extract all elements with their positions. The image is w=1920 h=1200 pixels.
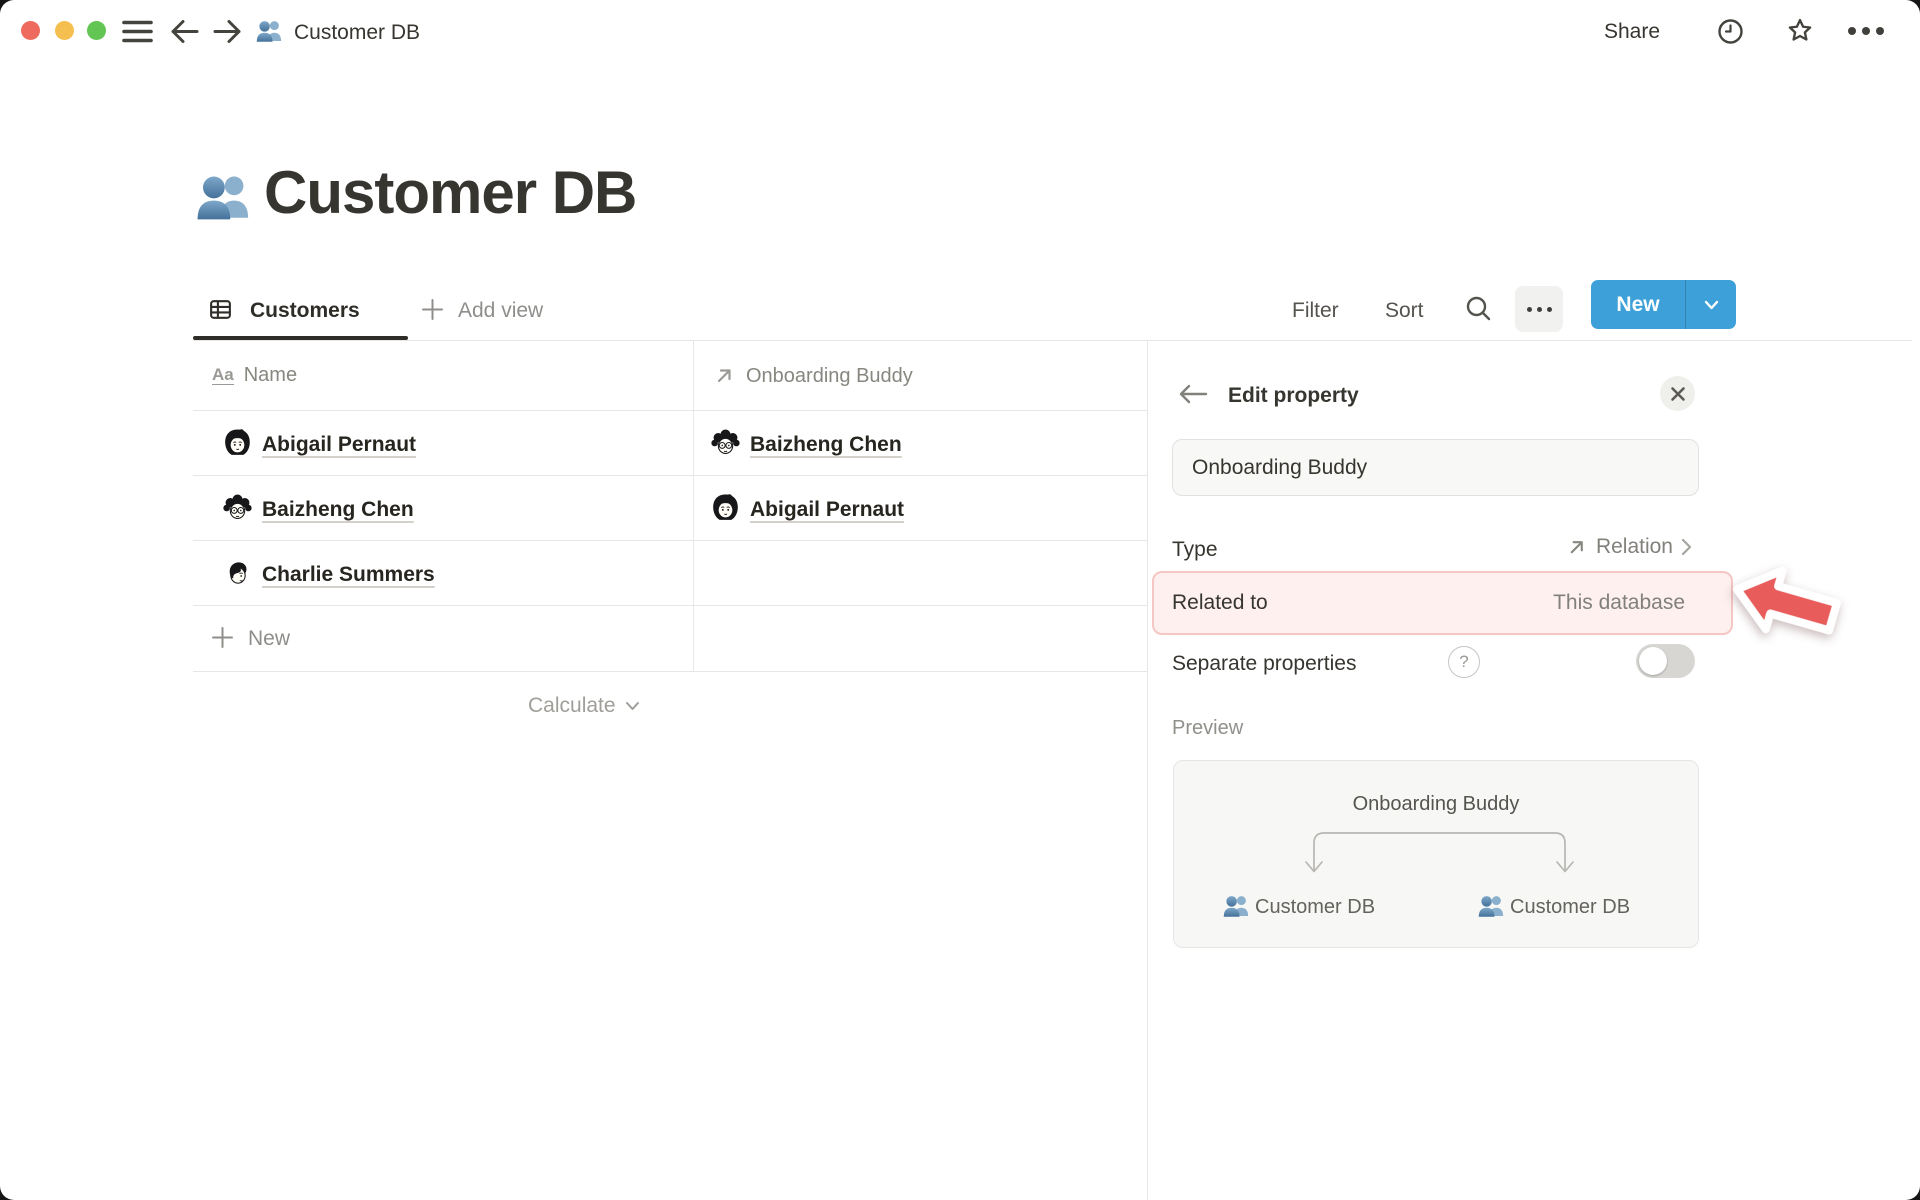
forward-button[interactable] <box>211 17 243 46</box>
new-button[interactable]: New <box>1591 280 1736 329</box>
people-icon <box>196 170 252 222</box>
type-row-label: Type <box>1172 538 1218 561</box>
add-view-button[interactable]: Add view <box>458 299 543 323</box>
abigail-avatar <box>222 428 253 459</box>
sort-button[interactable]: Sort <box>1385 299 1424 323</box>
filter-button[interactable]: Filter <box>1292 299 1339 323</box>
panel-title: Edit property <box>1228 384 1359 407</box>
tab-customers[interactable]: Customers <box>250 299 360 323</box>
relation-preview-diagram: Onboarding Buddy Customer DB Customer DB <box>1173 760 1699 948</box>
baizheng-avatar <box>710 428 741 459</box>
table-view-icon <box>208 297 233 322</box>
back-button[interactable] <box>169 17 201 46</box>
charlie-avatar <box>222 558 253 589</box>
app-window: Customer DB Share Customer DB Customers … <box>0 0 1920 1200</box>
people-icon <box>1478 893 1505 918</box>
share-button[interactable]: Share <box>1604 20 1660 44</box>
plus-icon <box>212 627 233 648</box>
chevron-down-icon <box>1704 300 1718 309</box>
row-divider <box>193 410 1147 411</box>
preview-source-database: Customer DB <box>1255 896 1376 918</box>
row-name-link[interactable]: Baizheng Chen <box>262 498 414 522</box>
separate-properties-label: Separate properties <box>1172 652 1357 675</box>
row-name-link[interactable]: Abigail Pernaut <box>262 433 416 457</box>
relation-icon <box>1565 536 1588 559</box>
panel-divider <box>1147 341 1148 1200</box>
property-name-input[interactable] <box>1172 439 1699 496</box>
clock-icon[interactable] <box>1717 18 1744 45</box>
type-row-value[interactable]: Relation <box>1565 535 1692 559</box>
row-divider <box>193 605 1147 606</box>
breadcrumb-document-title[interactable]: Customer DB <box>294 21 420 45</box>
panel-close-button[interactable] <box>1660 376 1695 411</box>
people-icon <box>256 18 283 43</box>
relation-arrows-icon <box>1305 832 1574 873</box>
view-options-button[interactable] <box>1515 286 1563 332</box>
related-to-row[interactable]: Related to This database <box>1152 571 1733 635</box>
row-buddy-link[interactable]: Abigail Pernaut <box>750 498 904 522</box>
plus-icon <box>422 299 443 320</box>
table-bottom-divider <box>193 671 1147 672</box>
search-icon[interactable] <box>1464 294 1493 323</box>
toggle-knob <box>1639 647 1667 675</box>
traffic-light-close-button[interactable] <box>21 21 40 40</box>
annotation-arrow-icon <box>1732 566 1841 635</box>
column-divider <box>693 341 694 672</box>
baizheng-avatar <box>222 493 253 524</box>
column-header-onboarding-buddy[interactable]: Onboarding Buddy <box>712 364 913 388</box>
row-name-link[interactable]: Charlie Summers <box>262 563 435 587</box>
row-buddy-link[interactable]: Baizheng Chen <box>750 433 902 457</box>
separate-properties-toggle[interactable] <box>1636 644 1695 678</box>
people-icon <box>1223 893 1250 918</box>
chevron-down-icon <box>625 702 639 710</box>
new-button-label: New <box>1616 292 1660 316</box>
new-dropdown-button[interactable] <box>1686 280 1736 329</box>
related-to-label: Related to <box>1172 591 1268 614</box>
question-icon[interactable]: ? <box>1448 646 1480 678</box>
preview-relation-name: Onboarding Buddy <box>1352 793 1520 815</box>
toolbar-divider <box>193 340 1912 341</box>
preview-target-database: Customer DB <box>1510 896 1631 918</box>
panel-back-button[interactable] <box>1178 383 1208 405</box>
chevron-right-icon <box>1681 538 1692 556</box>
calculate-button[interactable]: Calculate <box>528 694 640 718</box>
row-divider <box>193 540 1147 541</box>
ellipsis-icon <box>1526 306 1532 312</box>
traffic-light-zoom-button[interactable] <box>87 21 106 40</box>
abigail-avatar <box>710 493 741 524</box>
title-property-icon: Aa <box>212 365 234 385</box>
page-title: Customer DB <box>264 159 637 226</box>
preview-label: Preview <box>1172 717 1244 739</box>
active-tab-underline <box>193 336 408 340</box>
column-header-name[interactable]: Aa Name <box>212 364 297 387</box>
row-divider <box>193 475 1147 476</box>
sidebar-menu-icon[interactable] <box>122 19 153 44</box>
more-options-icon[interactable] <box>1846 25 1886 37</box>
star-icon[interactable] <box>1785 16 1815 46</box>
related-to-value: This database <box>1553 591 1685 614</box>
relation-property-icon <box>712 364 736 388</box>
traffic-light-minimize-button[interactable] <box>55 21 74 40</box>
close-icon <box>1670 386 1685 401</box>
